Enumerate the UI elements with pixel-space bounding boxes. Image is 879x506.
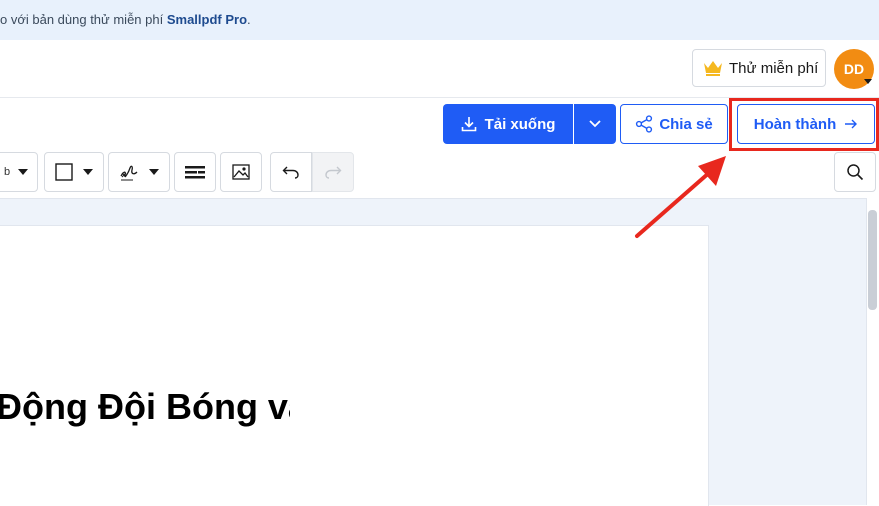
annotation-arrow (635, 156, 726, 238)
square-icon (55, 163, 73, 181)
search-button[interactable] (834, 152, 876, 192)
avatar-caret-icon[interactable] (864, 79, 872, 84)
share-button[interactable]: Chia sẻ (620, 104, 728, 144)
top-bar: Thử miễn phí DD (0, 40, 879, 98)
image-icon (232, 164, 250, 180)
document-page[interactable]: Động Đội Bóng và (0, 225, 709, 506)
banner-text-suffix: . (247, 12, 251, 27)
signature-tool[interactable] (108, 152, 170, 192)
search-icon (847, 164, 864, 181)
banner-text-prefix: o với bản dùng thử miễn phí (0, 12, 167, 27)
signature-icon (120, 165, 138, 181)
chevron-down-icon (83, 169, 93, 175)
crown-icon (704, 61, 722, 76)
chevron-down-icon (589, 120, 601, 128)
trial-banner: o với bản dùng thử miễn phí Smallpdf Pro… (0, 0, 879, 40)
free-trial-label: Thử miễn phí (729, 59, 819, 77)
share-label: Chia sẻ (659, 115, 713, 133)
shape-tool[interactable] (44, 152, 104, 192)
download-options-button[interactable] (574, 104, 616, 144)
avatar-initials: DD (843, 61, 865, 77)
edit-toolbar: b (0, 152, 879, 198)
chevron-down-icon (149, 169, 159, 175)
text-tool-label: b (3, 166, 11, 178)
form-fields-tool[interactable] (174, 152, 216, 192)
image-tool[interactable] (220, 152, 262, 192)
share-icon (636, 115, 653, 133)
scrollbar-thumb[interactable] (868, 210, 877, 310)
undo-icon (282, 166, 299, 179)
highlight-box (729, 98, 879, 151)
download-icon (461, 117, 476, 132)
action-bar: Tải xuống Chia sẻ Hoàn thành (0, 98, 879, 152)
form-fields-icon (185, 166, 205, 179)
chevron-down-icon (18, 169, 29, 175)
document-canvas[interactable]: Động Đội Bóng và (0, 198, 866, 506)
free-trial-button[interactable]: Thử miễn phí (692, 49, 826, 87)
download-button[interactable]: Tải xuống (443, 104, 573, 144)
download-label: Tải xuống (484, 115, 556, 133)
text-tool[interactable]: b (0, 152, 38, 192)
document-heading[interactable]: Động Đội Bóng và (0, 386, 290, 428)
redo-button[interactable] (312, 152, 354, 192)
banner-brand[interactable]: Smallpdf Pro (167, 12, 247, 27)
redo-icon (325, 166, 342, 179)
undo-button[interactable] (270, 152, 312, 192)
